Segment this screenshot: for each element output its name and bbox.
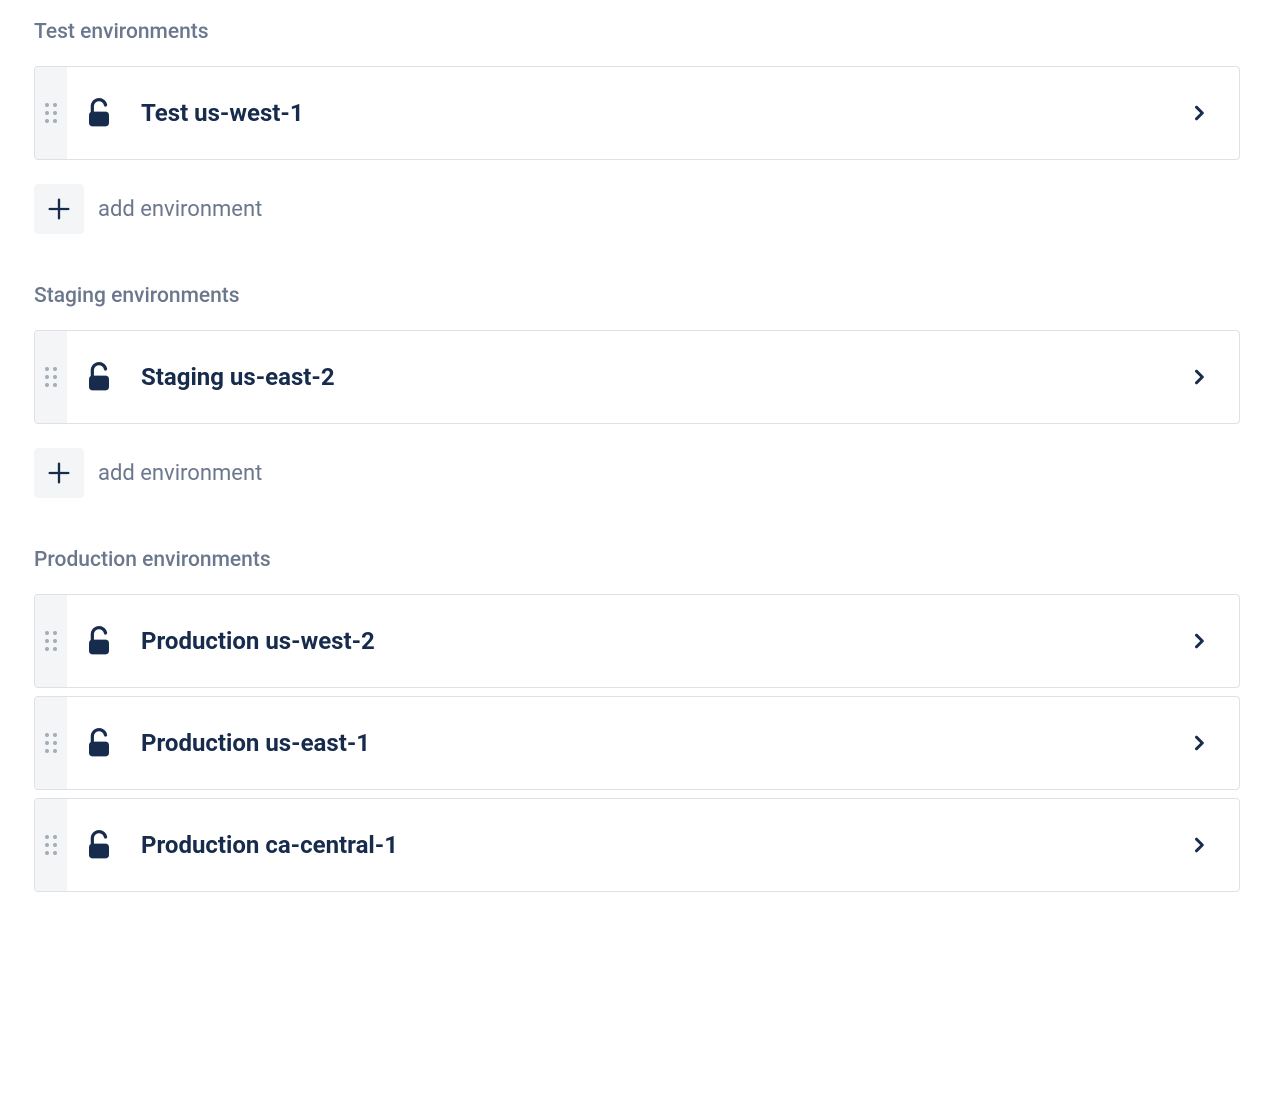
section-title: Staging environments	[34, 284, 1240, 308]
chevron-right-icon	[1189, 835, 1209, 855]
drag-handle[interactable]	[35, 67, 67, 159]
environment-body[interactable]: Test us-west-1	[67, 67, 1239, 159]
chevron-right-icon	[1189, 103, 1209, 123]
environment-card[interactable]: Staging us-east-2	[34, 330, 1240, 424]
chevron-right-icon	[1189, 733, 1209, 753]
drag-handle[interactable]	[35, 595, 67, 687]
section-title: Test environments	[34, 20, 1240, 44]
environment-name: Production us-west-2	[141, 627, 1189, 655]
environment-card[interactable]: Production ca-central-1	[34, 798, 1240, 892]
unlock-icon	[83, 361, 115, 393]
drag-handle[interactable]	[35, 331, 67, 423]
add-environment-button[interactable]: add environment	[34, 448, 1240, 498]
environment-body[interactable]: Production us-west-2	[67, 595, 1239, 687]
add-environment-label: add environment	[98, 461, 262, 486]
unlock-icon	[83, 625, 115, 657]
unlock-icon	[83, 829, 115, 861]
drag-handle[interactable]	[35, 697, 67, 789]
environment-name: Staging us-east-2	[141, 363, 1189, 391]
unlock-icon	[83, 97, 115, 129]
environment-card[interactable]: Production us-west-2	[34, 594, 1240, 688]
environment-name: Production us-east-1	[141, 729, 1189, 757]
add-environment-label: add environment	[98, 197, 262, 222]
drag-handle[interactable]	[35, 799, 67, 891]
unlock-icon	[83, 727, 115, 759]
environment-body[interactable]: Staging us-east-2	[67, 331, 1239, 423]
environment-card[interactable]: Test us-west-1	[34, 66, 1240, 160]
environment-body[interactable]: Production ca-central-1	[67, 799, 1239, 891]
environment-card[interactable]: Production us-east-1	[34, 696, 1240, 790]
chevron-right-icon	[1189, 631, 1209, 651]
plus-icon	[34, 448, 84, 498]
section-title: Production environments	[34, 548, 1240, 572]
environment-name: Production ca-central-1	[141, 831, 1189, 859]
chevron-right-icon	[1189, 367, 1209, 387]
environment-name: Test us-west-1	[141, 99, 1189, 127]
plus-icon	[34, 184, 84, 234]
environment-body[interactable]: Production us-east-1	[67, 697, 1239, 789]
add-environment-button[interactable]: add environment	[34, 184, 1240, 234]
